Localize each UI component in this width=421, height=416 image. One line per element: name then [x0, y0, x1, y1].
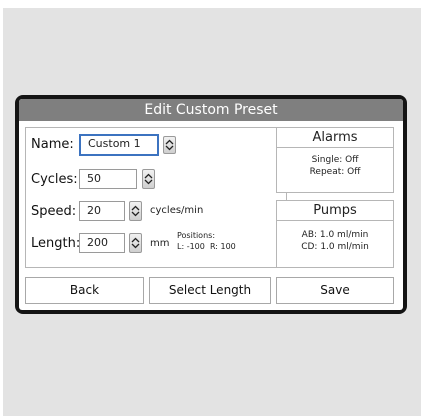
- cycles-spinner-icon[interactable]: [142, 169, 155, 189]
- name-field[interactable]: Custom 1: [79, 134, 159, 156]
- positions-label: Positions:: [177, 231, 216, 240]
- alarm-repeat: Repeat: Off: [309, 167, 361, 177]
- pump-cd: CD: 1.0 ml/min: [301, 242, 369, 252]
- speed-unit: cycles/min: [150, 205, 204, 216]
- screen: Edit Custom Preset Name: Custom 1 Cycles…: [19, 99, 403, 310]
- alarms-panel[interactable]: Alarms Single: Off Repeat: Off: [276, 127, 394, 193]
- positions-value: L: -100 R: 100: [177, 242, 236, 251]
- pump-ab: AB: 1.0 ml/min: [301, 230, 369, 240]
- cycles-field[interactable]: 50: [79, 169, 137, 189]
- dialog-title: Edit Custom Preset: [19, 99, 403, 121]
- length-spinner-icon[interactable]: [129, 233, 142, 253]
- alarm-single: Single: Off: [311, 155, 359, 165]
- alarms-title: Alarms: [277, 128, 393, 148]
- speed-spinner-icon[interactable]: [129, 201, 142, 221]
- cycles-label: Cycles:: [31, 172, 78, 187]
- length-label: Length:: [31, 236, 81, 251]
- select-length-button[interactable]: Select Length: [149, 277, 271, 304]
- length-field[interactable]: 200: [79, 233, 125, 253]
- pumps-panel[interactable]: Pumps AB: 1.0 ml/min CD: 1.0 ml/min: [276, 200, 394, 268]
- length-unit: mm: [150, 238, 170, 249]
- speed-label: Speed:: [31, 204, 77, 219]
- speed-field[interactable]: 20: [79, 201, 125, 221]
- pumps-title: Pumps: [277, 201, 393, 221]
- back-button[interactable]: Back: [25, 277, 144, 304]
- name-spinner-icon[interactable]: [163, 136, 176, 154]
- name-label: Name:: [31, 137, 74, 152]
- save-button[interactable]: Save: [276, 277, 394, 304]
